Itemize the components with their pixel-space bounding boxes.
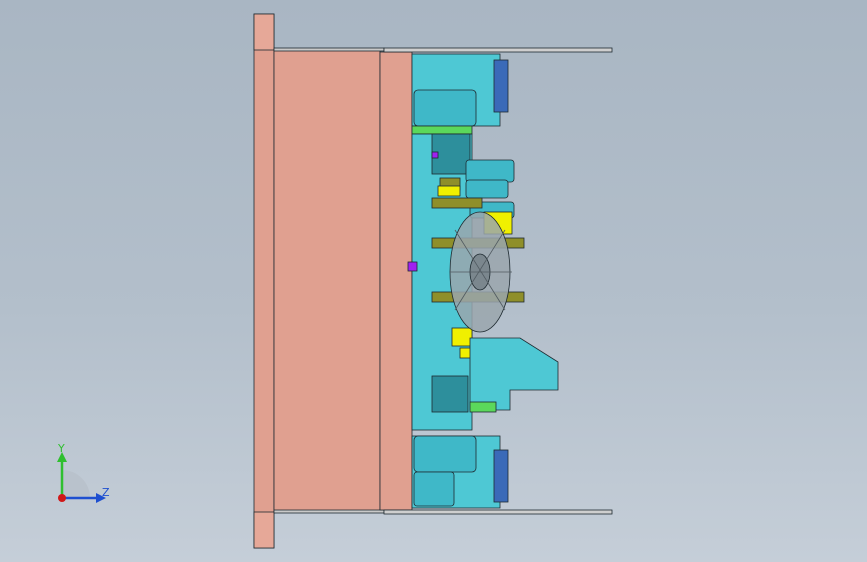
- lower-slide-block[interactable]: [469, 337, 559, 411]
- triad-y-label: Y: [58, 442, 65, 455]
- cavity-plate[interactable]: [379, 51, 413, 511]
- clamp-plate[interactable]: [253, 13, 275, 549]
- bottom-cylinder[interactable]: [413, 435, 477, 473]
- bottom-cylinder-cap: [493, 449, 509, 503]
- lower-strip-green: [469, 401, 497, 413]
- triad-quadrant: [62, 470, 90, 498]
- bottom-rail: [273, 509, 385, 514]
- top-plate-strip: [411, 125, 473, 135]
- guide-rail-bottom: [383, 509, 613, 515]
- mold-assembly-model[interactable]: [0, 0, 867, 562]
- yellow-insert-1[interactable]: [437, 185, 461, 197]
- purple-marker-small: [431, 151, 439, 159]
- bottom-cylinder-lower: [413, 471, 455, 507]
- lower-slide-dark: [431, 375, 469, 413]
- triad-origin: [58, 494, 66, 502]
- guide-rail-top: [383, 47, 613, 53]
- yellow-insert-3[interactable]: [451, 327, 473, 347]
- cad-viewport[interactable]: Y Z: [0, 0, 867, 562]
- top-rail: [273, 47, 385, 52]
- clamp-plate-flange-top: [253, 13, 275, 51]
- lifter-1[interactable]: [431, 197, 483, 209]
- purple-marker: [407, 261, 418, 272]
- clamp-plate-flange-bottom: [253, 511, 275, 549]
- slide-cylinder-2[interactable]: [465, 179, 509, 199]
- triad-z-label: Z: [102, 486, 110, 499]
- top-cylinder-cap: [493, 59, 509, 113]
- support-plate[interactable]: [273, 49, 381, 513]
- top-cylinder[interactable]: [413, 89, 477, 127]
- slide-cylinder-1[interactable]: [465, 159, 515, 183]
